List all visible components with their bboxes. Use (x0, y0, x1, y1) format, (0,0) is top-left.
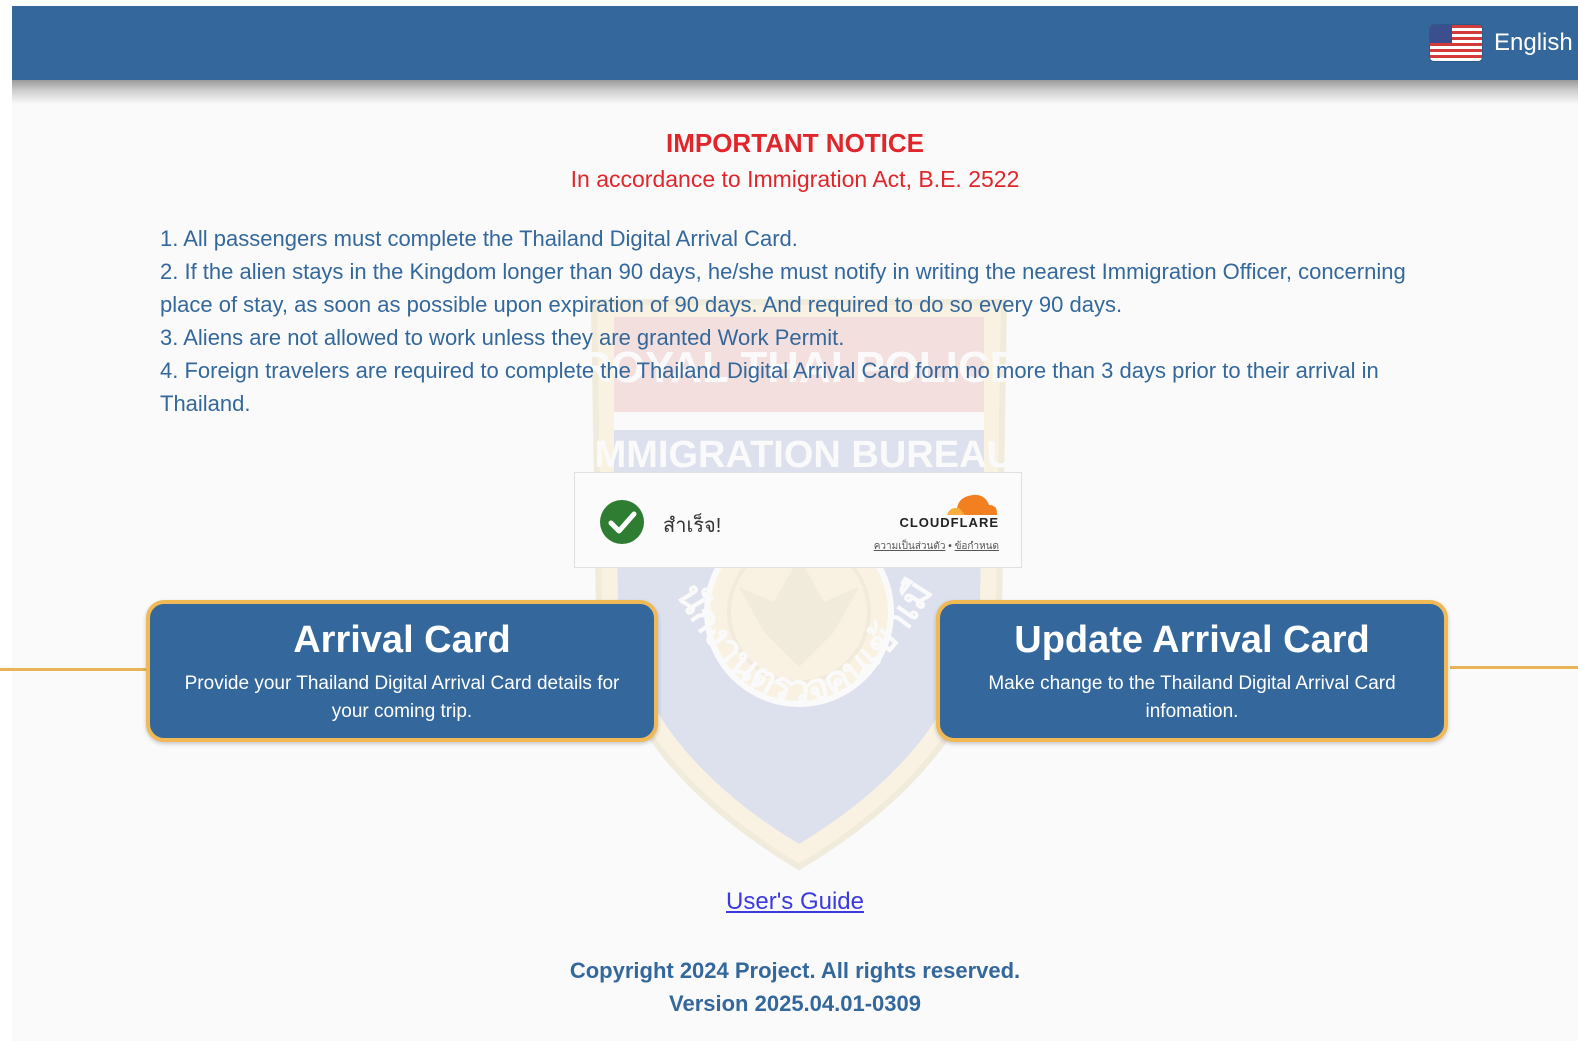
connector-line-left (0, 668, 148, 671)
cloudflare-brand: CLOUDFLARE (899, 515, 999, 530)
language-label: English (1494, 29, 1573, 56)
connector-line-right (1450, 666, 1578, 669)
link-separator: • (945, 541, 955, 552)
us-flag-icon (1430, 25, 1482, 61)
watermark-line2: IMMIGRATION BUREAU (584, 434, 1014, 476)
cloudflare-links: ความเป็นส่วนตัว • ข้อกำหนด (853, 539, 999, 554)
copyright-text: Copyright 2024 Project. All rights reser… (569, 958, 1021, 983)
rule-item: 2. If the alien stays in the Kingdom lon… (160, 259, 1406, 317)
arrival-card-description: Provide your Thailand Digital Arrival Ca… (184, 673, 620, 722)
rule-item: 1. All passengers must complete the Thai… (160, 226, 798, 251)
rule-item: 3. Aliens are not allowed to work unless… (160, 325, 845, 350)
users-guide-link[interactable]: User's Guide (726, 888, 864, 915)
language-selector[interactable]: English (1430, 22, 1573, 64)
page: English ROYAL THAI POLICE IMMIGRATION BU… (0, 6, 1578, 1041)
update-card-description: Make change to the Thailand Digital Arri… (988, 673, 1396, 722)
update-arrival-card-button[interactable]: Update Arrival Card Make change to the T… (936, 600, 1448, 742)
success-check-icon (600, 500, 644, 544)
arrival-card-title: Arrival Card (293, 619, 511, 661)
notice-subtitle: In accordance to Immigration Act, B.E. 2… (570, 166, 1020, 192)
rule-item: 4. Foreign travelers are required to com… (160, 358, 1379, 416)
top-header-bar: English (12, 6, 1578, 80)
update-card-title: Update Arrival Card (1014, 619, 1370, 661)
privacy-link[interactable]: ความเป็นส่วนตัว (874, 541, 946, 552)
arrival-card-button[interactable]: Arrival Card Provide your Thailand Digit… (146, 600, 658, 742)
verification-status: สำเร็จ! (663, 515, 722, 537)
terms-link[interactable]: ข้อกำหนด (955, 541, 999, 552)
version-text: Version 2025.04.01-0309 (669, 991, 921, 1016)
header-shadow (12, 80, 1578, 104)
cloudflare-verification-widget[interactable]: สำเร็จ! CLOUDFLARE ความเป็นส่วนตัว • ข้อ… (574, 472, 1022, 568)
users-guide: User's Guide (12, 888, 1578, 916)
notice-rules: 1. All passengers must complete the Thai… (160, 222, 1422, 420)
notice-title: IMPORTANT NOTICE (665, 128, 925, 158)
